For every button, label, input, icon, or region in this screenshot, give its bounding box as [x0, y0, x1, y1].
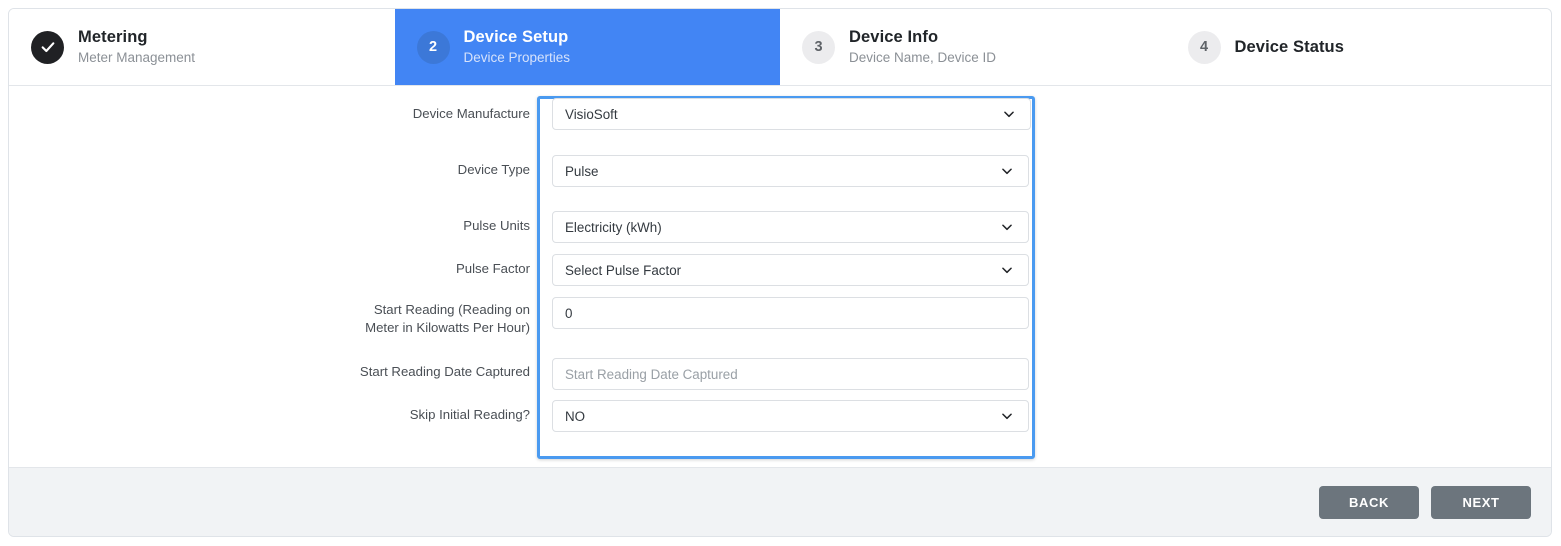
step-badge-number: 4 [1187, 30, 1221, 64]
step-text: Metering Meter Management [78, 27, 195, 67]
field-device-type: Pulse [552, 155, 1029, 187]
step-subtitle: Device Name, Device ID [849, 49, 997, 65]
label-pulse-factor: Pulse Factor [455, 261, 530, 276]
step-title: Device Status [1234, 37, 1345, 56]
select-skip-initial-reading-value: NO [565, 408, 586, 424]
step-title: Device Info [849, 28, 939, 47]
wizard-body: Device Manufacture VisioSoft Device Type… [9, 86, 1551, 467]
select-pulse-units-value: Electricity (kWh) [565, 219, 662, 235]
select-device-type[interactable]: Pulse [552, 155, 1029, 187]
wizard-steps-header: Metering Meter Management 2 Device Setup… [9, 9, 1551, 86]
select-pulse-factor-value: Select Pulse Factor [565, 262, 682, 278]
step-title: Metering [78, 28, 148, 47]
select-device-manufacture[interactable]: VisioSoft [552, 98, 1031, 130]
input-start-reading[interactable]: 0 [552, 297, 1029, 329]
label-skip-initial-reading: Skip Initial Reading? [409, 407, 530, 422]
label-device-type: Device Type [457, 162, 530, 177]
field-pulse-units: Electricity (kWh) [552, 211, 1029, 243]
select-device-type-value: Pulse [565, 163, 599, 179]
chevron-down-icon [1002, 224, 1012, 231]
step-badge-number: 2 [416, 30, 450, 64]
wizard-step-device-info[interactable]: 3 Device Info Device Name, Device ID [780, 9, 1166, 85]
select-pulse-factor[interactable]: Select Pulse Factor [552, 254, 1029, 286]
select-device-manufacture-value: VisioSoft [565, 106, 618, 122]
chevron-down-icon [1002, 267, 1012, 274]
label-device-manufacture: Device Manufacture [412, 106, 530, 121]
input-start-reading-date-captured[interactable]: Start Reading Date Captured [552, 358, 1029, 390]
check-icon [41, 42, 54, 53]
wizard-footer: BACK NEXT [9, 467, 1551, 536]
step-title: Device Setup [463, 28, 569, 47]
chevron-down-icon [1002, 168, 1012, 175]
step-badge-number: 3 [802, 30, 835, 64]
field-device-manufacture: VisioSoft [552, 98, 1031, 130]
label-pulse-units: Pulse Units [463, 218, 530, 233]
field-start-reading-date-captured: Start Reading Date Captured [552, 358, 1029, 390]
chevron-down-icon [1002, 413, 1012, 420]
field-start-reading: 0 [552, 297, 1029, 329]
field-pulse-factor: Select Pulse Factor [552, 254, 1029, 286]
label-start-reading: Start Reading (Reading on Meter in Kilow… [365, 302, 530, 335]
wizard-step-device-status[interactable]: 4 Device Status [1166, 9, 1552, 85]
step-text: Device Info Device Name, Device ID [849, 27, 996, 67]
select-pulse-units[interactable]: Electricity (kWh) [552, 211, 1029, 243]
wizard-step-device-setup[interactable]: 2 Device Setup Device Properties [394, 9, 780, 85]
step-badge-complete [31, 30, 64, 64]
select-skip-initial-reading[interactable]: NO [552, 400, 1029, 432]
label-start-reading-date-captured: Start Reading Date Captured [359, 364, 530, 379]
next-button[interactable]: NEXT [1431, 485, 1531, 519]
device-setup-wizard: Metering Meter Management 2 Device Setup… [8, 8, 1552, 537]
step-subtitle: Device Properties [463, 49, 571, 65]
step-subtitle: Meter Management [78, 49, 196, 65]
step-text: Device Setup Device Properties [464, 27, 571, 67]
chevron-down-icon [1004, 111, 1014, 118]
field-skip-initial-reading: NO [552, 400, 1029, 432]
step-text: Device Status [1235, 37, 1345, 58]
back-button[interactable]: BACK [1319, 485, 1419, 519]
wizard-step-metering[interactable]: Metering Meter Management [9, 9, 395, 85]
